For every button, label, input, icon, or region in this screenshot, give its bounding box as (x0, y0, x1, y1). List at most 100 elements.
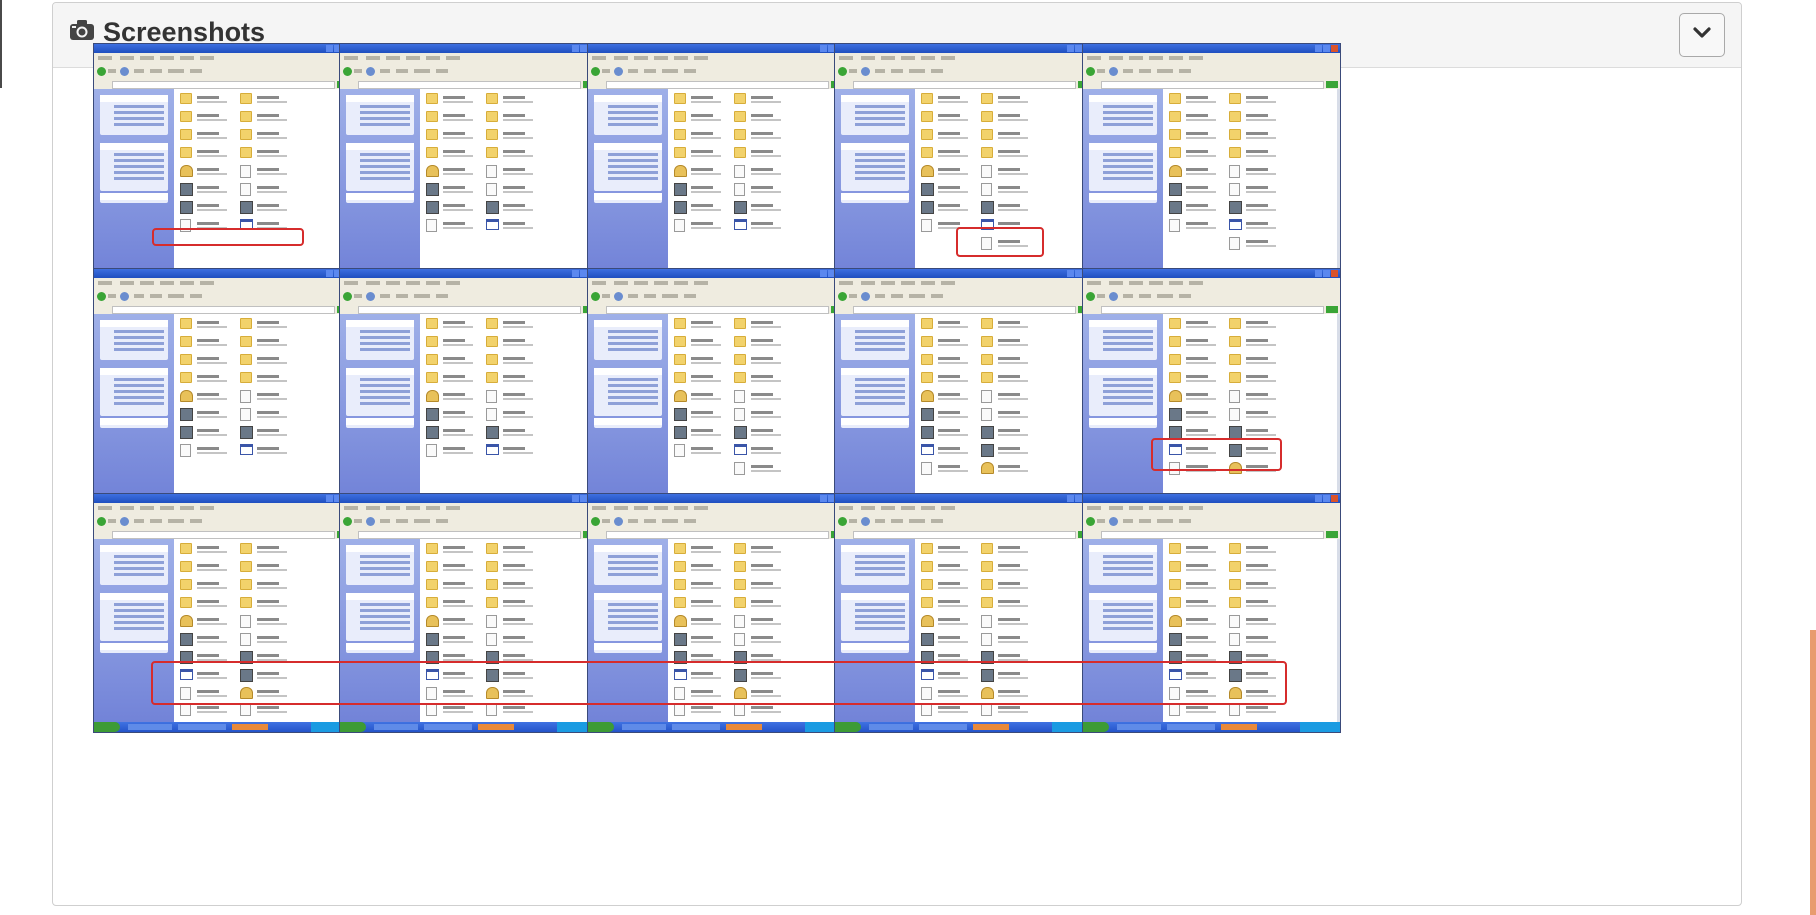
file-item (981, 318, 1056, 332)
file-item (734, 318, 809, 332)
file-item (1229, 597, 1304, 611)
file-item (240, 183, 315, 197)
file-item (734, 462, 809, 476)
folder-icon (1169, 354, 1181, 365)
folder-icon (240, 147, 252, 158)
file-item (734, 390, 809, 404)
disc-icon (1169, 615, 1182, 627)
screenshot-thumbnail[interactable] (1082, 43, 1341, 283)
folder-icon (981, 93, 993, 104)
file-icon (981, 165, 992, 178)
file-item (486, 165, 561, 179)
disc-icon (674, 615, 687, 627)
folder-icon (674, 147, 686, 158)
file-item (486, 318, 561, 332)
window-titlebar (340, 269, 597, 278)
window-toolbar (835, 513, 1092, 531)
image-file-icon (734, 201, 747, 214)
file-item (734, 444, 809, 458)
file-item (734, 579, 809, 593)
image-file-icon (981, 444, 994, 457)
screenshot-thumbnail[interactable] (587, 43, 846, 283)
folder-icon (734, 354, 746, 365)
file-item (1229, 237, 1304, 251)
screenshot-thumbnail[interactable] (93, 43, 352, 283)
collapse-button[interactable] (1679, 13, 1725, 57)
window-toolbar (835, 63, 1092, 81)
screenshot-thumbnail[interactable] (339, 268, 598, 508)
file-item (240, 318, 315, 332)
file-item (486, 703, 561, 717)
folder-icon (486, 111, 498, 122)
file-item (486, 561, 561, 575)
folder-icon (734, 93, 746, 104)
screenshot-thumbnail[interactable] (93, 268, 352, 508)
taskbar (1083, 722, 1340, 732)
start-button-icon (588, 722, 614, 732)
folder-icon (674, 93, 686, 104)
file-item (1229, 543, 1304, 557)
file-item (486, 219, 561, 233)
screenshot-thumbnail[interactable] (339, 43, 598, 283)
file-item (486, 183, 561, 197)
file-item (1229, 633, 1304, 647)
file-item (1229, 336, 1304, 350)
image-file-icon (426, 633, 439, 646)
folder-icon (180, 147, 192, 158)
file-item (240, 390, 315, 404)
disc-icon (180, 165, 193, 177)
screenshot-thumbnail[interactable] (1082, 268, 1341, 508)
file-item (486, 372, 561, 386)
file-item (1229, 318, 1304, 332)
file-item (486, 633, 561, 647)
file-item (734, 201, 809, 215)
file-icon (240, 615, 251, 628)
folder-icon (1169, 579, 1181, 590)
folder-icon (240, 93, 252, 104)
screenshot-thumbnail[interactable] (834, 268, 1093, 508)
folder-icon (240, 543, 252, 554)
image-file-icon (981, 201, 994, 214)
window-icon (486, 444, 499, 455)
folder-icon (674, 129, 686, 140)
folder-icon (180, 543, 192, 554)
file-item (1229, 615, 1304, 629)
screenshot-thumbnail[interactable] (587, 268, 846, 508)
folder-icon (1229, 543, 1241, 554)
file-item (734, 129, 809, 143)
file-icon (734, 165, 745, 178)
window-toolbar (588, 288, 845, 306)
file-icon (486, 633, 497, 646)
folder-icon (426, 93, 438, 104)
disc-icon (921, 615, 934, 627)
folder-icon (240, 372, 252, 383)
file-item (981, 372, 1056, 386)
camera-icon (69, 17, 95, 48)
folder-icon (921, 336, 933, 347)
file-item (981, 579, 1056, 593)
file-item (486, 579, 561, 593)
file-icon (981, 408, 992, 421)
file-item (734, 183, 809, 197)
folder-icon (240, 318, 252, 329)
window-toolbar (340, 513, 597, 531)
highlight-box (152, 228, 304, 246)
file-item (981, 633, 1056, 647)
image-file-icon (486, 201, 499, 214)
folder-icon (486, 543, 498, 554)
image-file-icon (180, 183, 193, 196)
file-item (734, 354, 809, 368)
screenshots-panel: Screenshots (52, 2, 1742, 906)
folder-icon (734, 579, 746, 590)
window-toolbar (94, 513, 351, 531)
folder-icon (486, 147, 498, 158)
folder-icon (1229, 597, 1241, 608)
file-item (1229, 129, 1304, 143)
file-item (240, 633, 315, 647)
file-item (734, 597, 809, 611)
file-item (981, 201, 1056, 215)
window-titlebar (835, 269, 1092, 278)
folder-icon (426, 561, 438, 572)
highlight-box (956, 227, 1044, 257)
window-taskpane (835, 314, 915, 497)
